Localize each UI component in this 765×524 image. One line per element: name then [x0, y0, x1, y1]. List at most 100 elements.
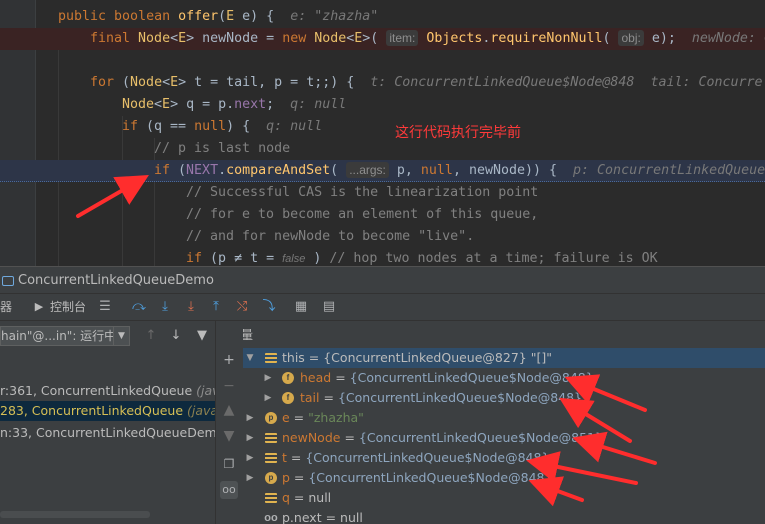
variable-row-e[interactable]: ▶ p e = "zhazha"	[243, 408, 765, 428]
tab-console[interactable]: 控制台	[50, 298, 86, 316]
step-into-icon[interactable]: ⤓	[182, 298, 200, 316]
expand-right-icon[interactable]: ▶	[245, 428, 255, 448]
code-token: (	[122, 75, 131, 90]
code-line-content: public boolean offer(E e) { e: "zhazha"	[58, 6, 378, 28]
expand-right-icon[interactable]: ▶	[263, 388, 273, 408]
code-line-execution[interactable]: final Node<E> newNode = new Node<E>( ite…	[0, 28, 765, 50]
code-token: boolean	[114, 9, 179, 24]
inline-value-hint: t: ConcurrentLinkedQueue$Node@848 tail: …	[370, 75, 763, 90]
step-over-icon[interactable]: ⤓	[156, 298, 174, 316]
variable-row-t[interactable]: ▶ t = {ConcurrentLinkedQueue$Node@848}	[243, 448, 765, 468]
code-editor[interactable]: public boolean offer(E e) { e: "zhazha" …	[0, 0, 765, 266]
thread-select[interactable]: hain"@...in": 运行中 ▼	[0, 326, 130, 346]
code-token: public	[58, 9, 115, 24]
annotation-note: 这行代码执行完毕前	[395, 125, 521, 141]
code-token: t =	[242, 251, 283, 266]
watches-glasses-icon[interactable]: oo	[220, 481, 238, 499]
move-up-icon[interactable]: ▲	[220, 401, 238, 419]
variable-value: null	[340, 510, 363, 524]
code-line[interactable]: // for e to become an element of this qu…	[0, 204, 765, 226]
frame-item[interactable]: 283, ConcurrentLinkedQueue (java.ut	[0, 401, 215, 421]
code-token: , newNode)) {	[452, 163, 574, 178]
move-down-icon[interactable]: ▼	[220, 427, 238, 445]
equals-sign: =	[304, 350, 324, 365]
local-variable-icon	[265, 493, 277, 503]
inline-value-hint: p: ConcurrentLinkedQueue$	[573, 163, 765, 178]
expand-down-icon[interactable]: ▼	[245, 348, 255, 368]
code-token: (q ==	[146, 119, 195, 134]
frame-item-text: r:361, ConcurrentLinkedQueue	[0, 383, 197, 398]
code-token: (	[218, 9, 227, 24]
add-watch-icon[interactable]: +	[220, 351, 238, 369]
code-token: for	[90, 75, 123, 90]
copy-icon[interactable]: ❐	[220, 455, 238, 473]
remove-watch-icon[interactable]: −	[220, 377, 238, 395]
step-out-icon[interactable]: ⤒	[207, 298, 225, 316]
layout-icon[interactable]: ▤	[320, 298, 338, 316]
debug-session-tab[interactable]: ConcurrentLinkedQueueDemo	[0, 267, 214, 295]
expand-right-icon[interactable]: ▶	[245, 448, 255, 468]
variable-value: {ConcurrentLinkedQueue$Node@848}	[337, 390, 583, 405]
arrow-down-icon[interactable]: ↓	[167, 327, 185, 345]
code-line[interactable]: for (Node<E> t = tail, p = t;;) { t: Con…	[0, 72, 765, 94]
code-token: null	[194, 119, 227, 134]
code-token: ≠	[234, 251, 243, 266]
variable-row-newnode[interactable]: ▶ newNode = {ConcurrentLinkedQueue$Node@…	[243, 428, 765, 448]
console-icon: ▶	[34, 300, 44, 313]
code-line-content: // for e to become an element of this qu…	[186, 204, 538, 226]
expand-right-icon[interactable]: ▶	[245, 468, 255, 488]
code-token: NEXT	[186, 163, 219, 178]
variable-row-head[interactable]: ▶ f head = {ConcurrentLinkedQueue$Node@8…	[243, 368, 765, 388]
code-token: requireNonNull	[490, 31, 603, 46]
code-line[interactable]: // Successful CAS is the linearization p…	[0, 182, 765, 204]
equals-sign: =	[286, 450, 306, 465]
code-line[interactable]: if (q == null) { q: null	[0, 116, 765, 138]
show-execution-point-icon[interactable]: ⤼	[130, 298, 148, 316]
code-token: (	[330, 163, 347, 178]
frame-item[interactable]: r:361, ConcurrentLinkedQueue (java.u	[0, 381, 215, 401]
variable-row-this[interactable]: ▼ this = {ConcurrentLinkedQueue@827} "[]…	[243, 348, 765, 368]
expand-right-icon[interactable]: ▶	[245, 408, 255, 428]
parameter-hint: obj:	[618, 30, 644, 46]
menu-lines-icon[interactable]: ☰	[96, 298, 114, 316]
code-line-current[interactable]: if (NEXT.compareAndSet( ...args: p, null…	[0, 160, 765, 182]
variable-name: head	[300, 370, 332, 385]
variable-row-q[interactable]: q = null	[243, 488, 765, 508]
equals-sign: =	[289, 490, 309, 505]
code-line[interactable]	[0, 50, 765, 72]
variable-row-p[interactable]: ▶ p p = {ConcurrentLinkedQueue$Node@848}	[243, 468, 765, 488]
frame-item[interactable]: n:33, ConcurrentLinkedQueueDemo (c	[0, 423, 215, 443]
code-token: ) {	[226, 119, 267, 134]
code-line-content: Node<E> q = p.next; q: null	[122, 94, 346, 116]
code-line[interactable]: Node<E> q = p.next; q: null	[0, 94, 765, 116]
code-line[interactable]: // and for newNode to become "live".	[0, 226, 765, 248]
arrow-up-icon[interactable]: ↑	[142, 327, 160, 345]
inline-value-hint: newNode: C	[691, 31, 765, 46]
variable-row-tail[interactable]: ▶ f tail = {ConcurrentLinkedQueue$Node@8…	[243, 388, 765, 408]
local-variable-icon	[265, 453, 277, 463]
debug-session-label: ConcurrentLinkedQueueDemo	[18, 273, 214, 288]
horizontal-scrollbar[interactable]	[0, 511, 150, 518]
variable-name: tail	[300, 390, 320, 405]
code-line[interactable]: public boolean offer(E e) { e: "zhazha"	[0, 6, 765, 28]
code-token: > t = tail, p = t;;) {	[178, 75, 371, 90]
variable-value: "zhazha"	[308, 410, 364, 425]
variable-name: p.next	[282, 510, 322, 524]
code-line[interactable]: // p is last node	[0, 138, 765, 160]
variable-name: newNode	[282, 430, 341, 445]
evaluate-table-icon[interactable]: ▦	[292, 298, 310, 316]
run-to-cursor-icon[interactable]: ⤵	[260, 298, 278, 316]
code-line[interactable]: if (p ≠ t = false ) // hop two nodes at …	[0, 248, 765, 266]
filter-icon[interactable]: ▼	[193, 327, 211, 345]
variable-value: {ConcurrentLinkedQueue$Node@851}	[358, 430, 603, 445]
code-token: offer	[178, 9, 219, 24]
watch-glasses-icon: oo	[264, 512, 278, 524]
variable-row-p-next[interactable]: oo p.next = null	[243, 508, 765, 524]
tab-debugger[interactable]: 器	[0, 298, 12, 316]
drop-frame-icon[interactable]: ⤭	[233, 298, 251, 316]
code-token: next	[234, 97, 267, 112]
expand-right-icon[interactable]: ▶	[263, 368, 273, 388]
variables-panel: 变量 ▼ this = {ConcurrentLinkedQueue@827} …	[243, 321, 765, 524]
code-token: if	[186, 251, 211, 266]
code-line-content: if (p ≠ t = false ) // hop two nodes at …	[186, 248, 658, 266]
